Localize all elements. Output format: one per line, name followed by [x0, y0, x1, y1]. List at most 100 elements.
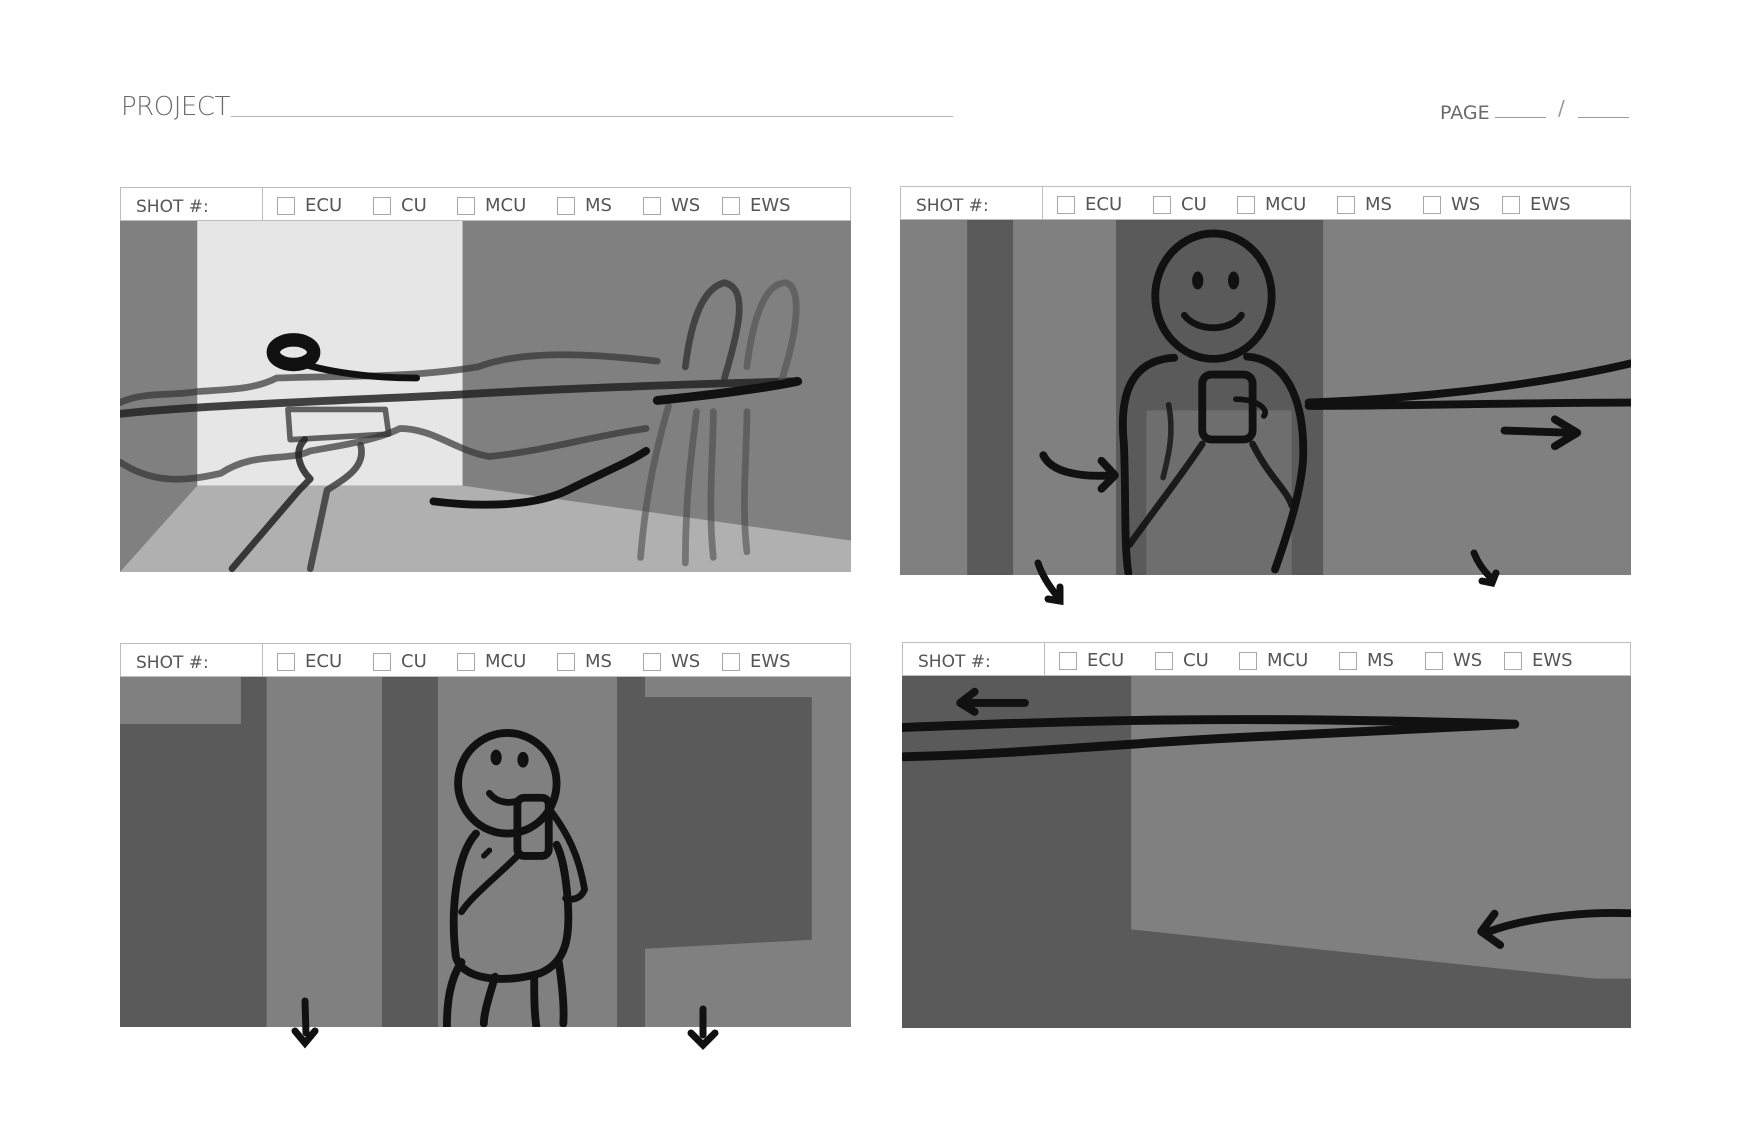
sketch-frame	[902, 676, 1631, 1028]
checkbox[interactable]	[557, 652, 575, 671]
storyboard-panel-2: SHOT #: ECU CU MCU MS WS EWS	[900, 186, 1631, 575]
checkbox[interactable]	[722, 652, 740, 671]
option-ews[interactable]: EWS	[722, 195, 791, 216]
checkbox[interactable]	[277, 196, 295, 215]
shot-number-label: SHOT #:	[916, 196, 989, 216]
option-ecu[interactable]: ECU	[1059, 650, 1124, 671]
checkbox[interactable]	[1504, 651, 1522, 670]
checkbox[interactable]	[643, 196, 661, 215]
option-cu[interactable]: CU	[373, 651, 427, 672]
sketch-frame	[120, 221, 851, 572]
option-ews[interactable]: EWS	[1504, 650, 1573, 671]
option-cu[interactable]: CU	[1153, 194, 1207, 215]
shot-number-label: SHOT #:	[136, 653, 209, 673]
storyboard-panel-3: SHOT #: ECU CU MCU MS WS EWS	[120, 643, 851, 1027]
sketch-drawing	[120, 221, 851, 572]
option-label: CU	[401, 195, 427, 216]
option-label: MS	[585, 195, 612, 216]
option-ms[interactable]: MS	[557, 651, 612, 672]
option-label: ECU	[305, 195, 343, 216]
checkbox[interactable]	[1239, 651, 1257, 670]
checkbox[interactable]	[1423, 195, 1441, 214]
checkbox[interactable]	[1339, 651, 1357, 670]
checkbox[interactable]	[1155, 651, 1173, 670]
option-label: EWS	[750, 651, 791, 672]
storyboard-panel-1: SHOT #: ECU CU MCU MS WS EWS	[120, 187, 851, 572]
option-label: CU	[1181, 194, 1207, 215]
sketch-drawing	[120, 677, 851, 1027]
shot-number-label: SHOT #:	[918, 652, 991, 672]
option-ecu[interactable]: ECU	[1057, 194, 1122, 215]
sketch-frame	[900, 220, 1631, 575]
option-ecu[interactable]: ECU	[277, 651, 342, 672]
checkbox[interactable]	[1425, 651, 1443, 670]
option-label: CU	[1183, 650, 1209, 671]
option-ews[interactable]: EWS	[722, 651, 791, 672]
option-label: MS	[585, 651, 612, 672]
option-ws[interactable]: WS	[1425, 650, 1482, 671]
sketch-frame	[120, 677, 851, 1027]
checkbox[interactable]	[277, 652, 295, 671]
option-label: WS	[671, 195, 701, 216]
checkbox[interactable]	[373, 652, 391, 671]
divider	[262, 188, 263, 220]
option-ws[interactable]: WS	[643, 651, 700, 672]
shot-header: SHOT #: ECU CU MCU MS WS EWS	[902, 642, 1631, 676]
option-cu[interactable]: CU	[1155, 650, 1209, 671]
option-label: MS	[1367, 650, 1394, 671]
checkbox[interactable]	[457, 652, 475, 671]
sketch-drawing	[900, 220, 1631, 575]
option-mcu[interactable]: MCU	[457, 651, 526, 672]
shot-header: SHOT #: ECU CU MCU MS WS EWS	[900, 186, 1631, 220]
page-label: PAGE	[1440, 102, 1490, 124]
checkbox[interactable]	[457, 196, 475, 215]
option-label: MCU	[1267, 650, 1309, 671]
option-label: EWS	[1532, 650, 1573, 671]
shot-number-label: SHOT #:	[136, 197, 209, 217]
option-label: CU	[401, 651, 427, 672]
option-cu[interactable]: CU	[373, 195, 427, 216]
divider	[1042, 187, 1043, 219]
divider	[1044, 643, 1045, 675]
project-label: PROJECT	[121, 92, 230, 122]
checkbox[interactable]	[373, 196, 391, 215]
checkbox[interactable]	[1057, 195, 1075, 214]
option-mcu[interactable]: MCU	[1239, 650, 1308, 671]
arrow-down-icon	[1034, 559, 1064, 606]
checkbox[interactable]	[1237, 195, 1255, 214]
option-label: WS	[1453, 650, 1483, 671]
option-label: ECU	[1085, 194, 1123, 215]
option-label: MCU	[485, 195, 527, 216]
shot-header: SHOT #: ECU CU MCU MS WS EWS	[120, 187, 851, 221]
storyboard-panel-4: SHOT #: ECU CU MCU MS WS EWS	[902, 642, 1631, 1028]
option-label: WS	[671, 651, 701, 672]
option-ms[interactable]: MS	[557, 195, 612, 216]
checkbox[interactable]	[1502, 195, 1520, 214]
page-total-field[interactable]	[1578, 117, 1629, 118]
option-ws[interactable]: WS	[1423, 194, 1480, 215]
option-ews[interactable]: EWS	[1502, 194, 1571, 215]
checkbox[interactable]	[1059, 651, 1077, 670]
checkbox[interactable]	[1337, 195, 1355, 214]
option-ecu[interactable]: ECU	[277, 195, 342, 216]
page-separator: /	[1558, 96, 1565, 120]
divider	[262, 644, 263, 676]
checkbox[interactable]	[643, 652, 661, 671]
option-ws[interactable]: WS	[643, 195, 700, 216]
option-ms[interactable]: MS	[1337, 194, 1392, 215]
page-number-field[interactable]	[1495, 117, 1546, 118]
option-ms[interactable]: MS	[1339, 650, 1394, 671]
option-mcu[interactable]: MCU	[1237, 194, 1306, 215]
arrow-down-icon	[1470, 549, 1500, 588]
checkbox[interactable]	[1153, 195, 1171, 214]
shot-header: SHOT #: ECU CU MCU MS WS EWS	[120, 643, 851, 677]
option-label: WS	[1451, 194, 1481, 215]
sketch-drawing	[902, 676, 1631, 1028]
option-label: MCU	[485, 651, 527, 672]
checkbox[interactable]	[557, 196, 575, 215]
project-name-field[interactable]	[231, 116, 953, 117]
option-label: ECU	[305, 651, 343, 672]
option-mcu[interactable]: MCU	[457, 195, 526, 216]
arrow-down-icon	[687, 1005, 719, 1050]
checkbox[interactable]	[722, 196, 740, 215]
